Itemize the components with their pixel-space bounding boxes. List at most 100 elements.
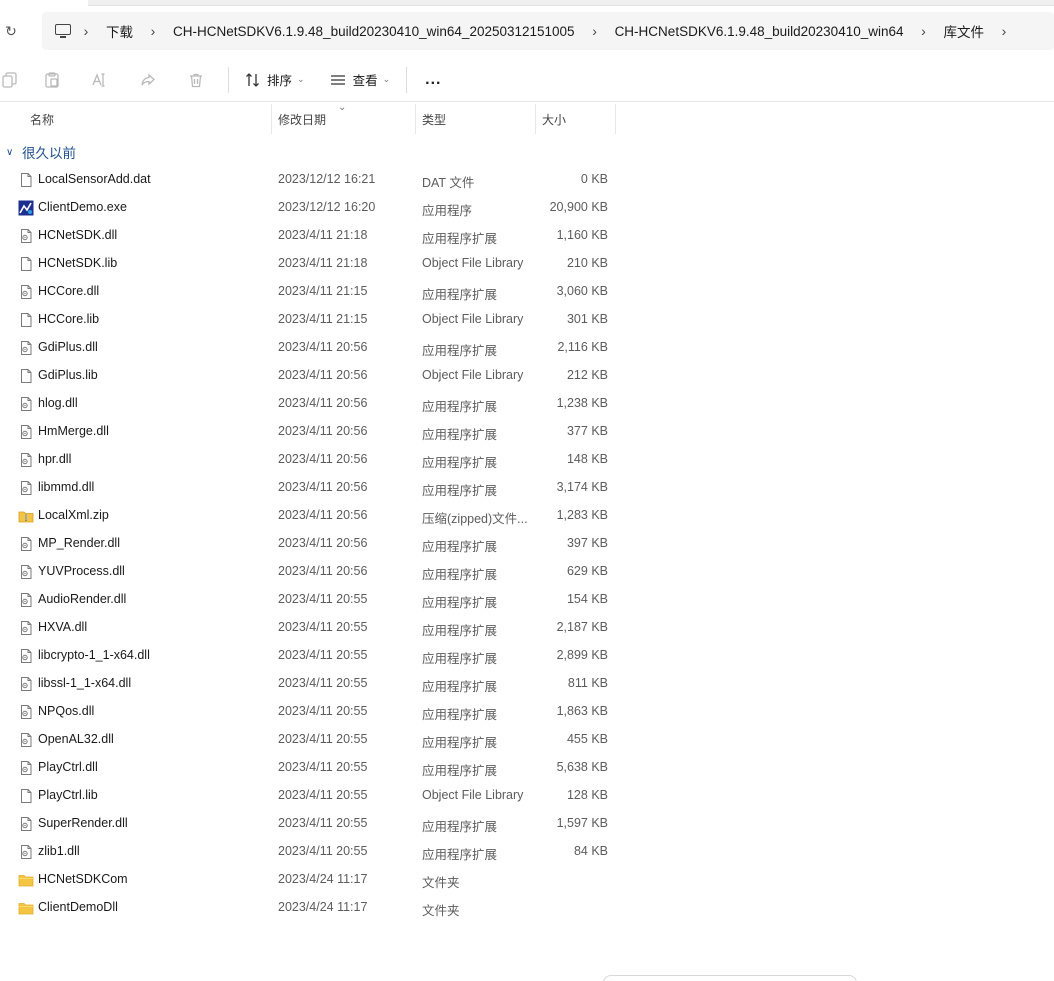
file-type: DAT 文件 [422, 176, 475, 190]
file-size: 148 KB [566, 452, 608, 466]
file-row[interactable]: HCCore.dll 2023/4/11 21:15 应用程序扩展 3,060 KB [0, 278, 620, 306]
file-size: 301 KB [566, 312, 608, 326]
file-name: HCNetSDK.lib [38, 256, 118, 270]
dll-file-icon [18, 648, 34, 664]
file-row[interactable]: AudioRender.dll 2023/4/11 20:55 应用程序扩展 154 … [0, 586, 620, 614]
file-name: libcrypto-1_1-x64.dll [38, 648, 150, 662]
chevron-right-icon[interactable]: › [72, 23, 100, 39]
file-list: LocalSensorAdd.dat 2023/12/12 16:21 DAT 文件… [0, 166, 620, 922]
dll-file-icon [18, 536, 34, 552]
group-header[interactable]: ∨ 很久以前 [6, 142, 76, 162]
file-row[interactable]: libmmd.dll 2023/4/11 20:56 应用程序扩展 3,174 KB [0, 474, 620, 502]
sort-button[interactable]: 排序 ⌄ [237, 65, 313, 95]
file-row[interactable]: ClientDemoDll 2023/4/24 11:17 文件夹 [0, 894, 620, 922]
file-name: libssl-1_1-x64.dll [38, 676, 132, 690]
dll-file-icon [18, 396, 34, 412]
file-date: 2023/4/11 20:55 [278, 760, 368, 774]
breadcrumb-item-sdk-archive[interactable]: CH-HCNetSDKV6.1.9.48_build20230410_win64… [167, 24, 581, 39]
column-divider[interactable] [535, 104, 536, 134]
monitor-icon[interactable] [54, 24, 72, 38]
file-row[interactable]: LocalSensorAdd.dat 2023/12/12 16:21 DAT 文件… [0, 166, 620, 194]
file-date: 2023/4/11 20:55 [278, 788, 368, 802]
toolbar-divider [406, 66, 408, 93]
file-row[interactable]: libssl-1_1-x64.dll 2023/4/11 20:55 应用程序扩展 8… [0, 670, 620, 698]
chevron-down-icon: ⌄ [297, 74, 305, 84]
file-row[interactable]: hlog.dll 2023/4/11 20:56 应用程序扩展 1,238 KB [0, 390, 620, 418]
file-row[interactable]: HCNetSDKCom 2023/4/24 11:17 文件夹 [0, 866, 620, 894]
chevron-right-icon[interactable]: › [139, 23, 167, 39]
file-size: 0 KB [580, 172, 608, 186]
breadcrumb[interactable]: › 下载 › CH-HCNetSDKV6.1.9.48_build2023041… [42, 12, 1054, 50]
column-divider[interactable] [271, 104, 272, 134]
refresh-icon[interactable]: ↻ [2, 22, 20, 40]
file-size: 5,638 KB [556, 760, 608, 774]
file-row[interactable]: OpenAL32.dll 2023/4/11 20:55 应用程序扩展 455 KB [0, 726, 620, 754]
file-row[interactable]: HCCore.lib 2023/4/11 21:15 Object File Lib… [0, 306, 620, 334]
file-row[interactable]: HCNetSDK.dll 2023/4/11 21:18 应用程序扩展 1,160 K… [0, 222, 620, 250]
file-row[interactable]: hpr.dll 2023/4/11 20:56 应用程序扩展 148 KB [0, 446, 620, 474]
column-divider[interactable] [415, 104, 416, 134]
file-type: 应用程序扩展 [422, 848, 498, 862]
chevron-down-icon[interactable]: ∨ [6, 147, 20, 158]
file-size: 1,597 KB [556, 816, 608, 830]
file-name: NPQos.dll [38, 704, 95, 718]
breadcrumb-item-sdk-folder[interactable]: CH-HCNetSDKV6.1.9.48_build20230410_win64 [609, 24, 910, 39]
address-bar-area: ↻ › 下载 › CH-HCNetSDKV6.1.9.48_build20230… [0, 0, 1054, 58]
column-divider[interactable] [615, 104, 616, 134]
chevron-right-icon[interactable]: › [581, 23, 609, 39]
file-date: 2023/4/11 21:15 [278, 284, 368, 298]
file-row[interactable]: HmMerge.dll 2023/4/11 20:56 应用程序扩展 377 KB [0, 418, 620, 446]
file-type: Object File Library [422, 368, 524, 382]
dll-file-icon [18, 284, 34, 300]
file-row[interactable]: GdiPlus.lib 2023/4/11 20:56 Object File Li… [0, 362, 620, 390]
file-date: 2023/4/24 11:17 [278, 872, 368, 886]
file-row[interactable]: libcrypto-1_1-x64.dll 2023/4/11 20:55 应用程序… [0, 642, 620, 670]
application-icon [18, 200, 34, 216]
file-row[interactable]: ClientDemo.exe 2023/12/12 16:20 应用程序 20,900… [0, 194, 620, 222]
file-type: 应用程序扩展 [422, 456, 498, 470]
paste-icon[interactable] [28, 65, 76, 95]
file-size: 455 KB [566, 732, 608, 746]
file-row[interactable]: HXVA.dll 2023/4/11 20:55 应用程序扩展 2,187 KB [0, 614, 620, 642]
delete-icon[interactable] [172, 65, 220, 95]
chevron-right-icon[interactable]: › [990, 23, 1018, 39]
file-row[interactable]: LocalXml.zip 2023/4/11 20:56 压缩(zipped)文件.… [0, 502, 620, 530]
file-icon [18, 172, 34, 188]
file-row[interactable]: PlayCtrl.dll 2023/4/11 20:55 应用程序扩展 5,638 K… [0, 754, 620, 782]
column-header-type[interactable]: 类型 [422, 106, 446, 134]
file-size: 1,863 KB [556, 704, 608, 718]
file-row[interactable]: NPQos.dll 2023/4/11 20:55 应用程序扩展 1,863 KB [0, 698, 620, 726]
file-row[interactable]: PlayCtrl.lib 2023/4/11 20:55 Object File L… [0, 782, 620, 810]
column-header-size[interactable]: 大小 [542, 106, 566, 134]
file-name: SuperRender.dll [38, 816, 128, 830]
file-row[interactable]: zlib1.dll 2023/4/11 20:55 应用程序扩展 84 KB [0, 838, 620, 866]
breadcrumb-item-downloads[interactable]: 下载 [100, 21, 139, 41]
column-header-name[interactable]: 名称 [30, 106, 54, 134]
breadcrumb-item-lib-folder[interactable]: 库文件 [938, 21, 991, 41]
file-date: 2023/4/11 20:55 [278, 648, 368, 662]
column-header-date[interactable]: 修改日期 [278, 106, 326, 134]
command-bar: 排序 ⌄ 查看 ⌄ ... [0, 58, 1054, 102]
file-date: 2023/4/11 20:55 [278, 704, 368, 718]
share-icon[interactable] [124, 65, 172, 95]
file-size: 2,187 KB [556, 620, 608, 634]
file-row[interactable]: GdiPlus.dll 2023/4/11 20:56 应用程序扩展 2,116 KB [0, 334, 620, 362]
file-row[interactable]: HCNetSDK.lib 2023/4/11 21:18 Object File L… [0, 250, 620, 278]
more-options-button[interactable]: ... [415, 71, 451, 89]
file-date: 2023/4/11 20:56 [278, 508, 368, 522]
file-date: 2023/4/11 20:55 [278, 620, 368, 634]
file-size: 1,283 KB [556, 508, 608, 522]
file-type: 应用程序扩展 [422, 820, 498, 834]
file-row[interactable]: YUVProcess.dll 2023/4/11 20:56 应用程序扩展 629 K… [0, 558, 620, 586]
column-header-row: ⌄ 名称 修改日期 类型 大小 [0, 102, 1054, 134]
file-size: 377 KB [566, 424, 608, 438]
file-row[interactable]: MP_Render.dll 2023/4/11 20:56 应用程序扩展 397 KB [0, 530, 620, 558]
chevron-right-icon[interactable]: › [910, 23, 938, 39]
file-name: GdiPlus.lib [38, 368, 98, 382]
copy-icon[interactable] [0, 65, 28, 95]
rename-icon[interactable] [76, 65, 124, 95]
file-type: 压缩(zipped)文件... [422, 512, 528, 526]
file-row[interactable]: SuperRender.dll 2023/4/11 20:55 应用程序扩展 1,59… [0, 810, 620, 838]
dll-file-icon [18, 676, 34, 692]
view-button[interactable]: 查看 ⌄ [321, 65, 399, 95]
